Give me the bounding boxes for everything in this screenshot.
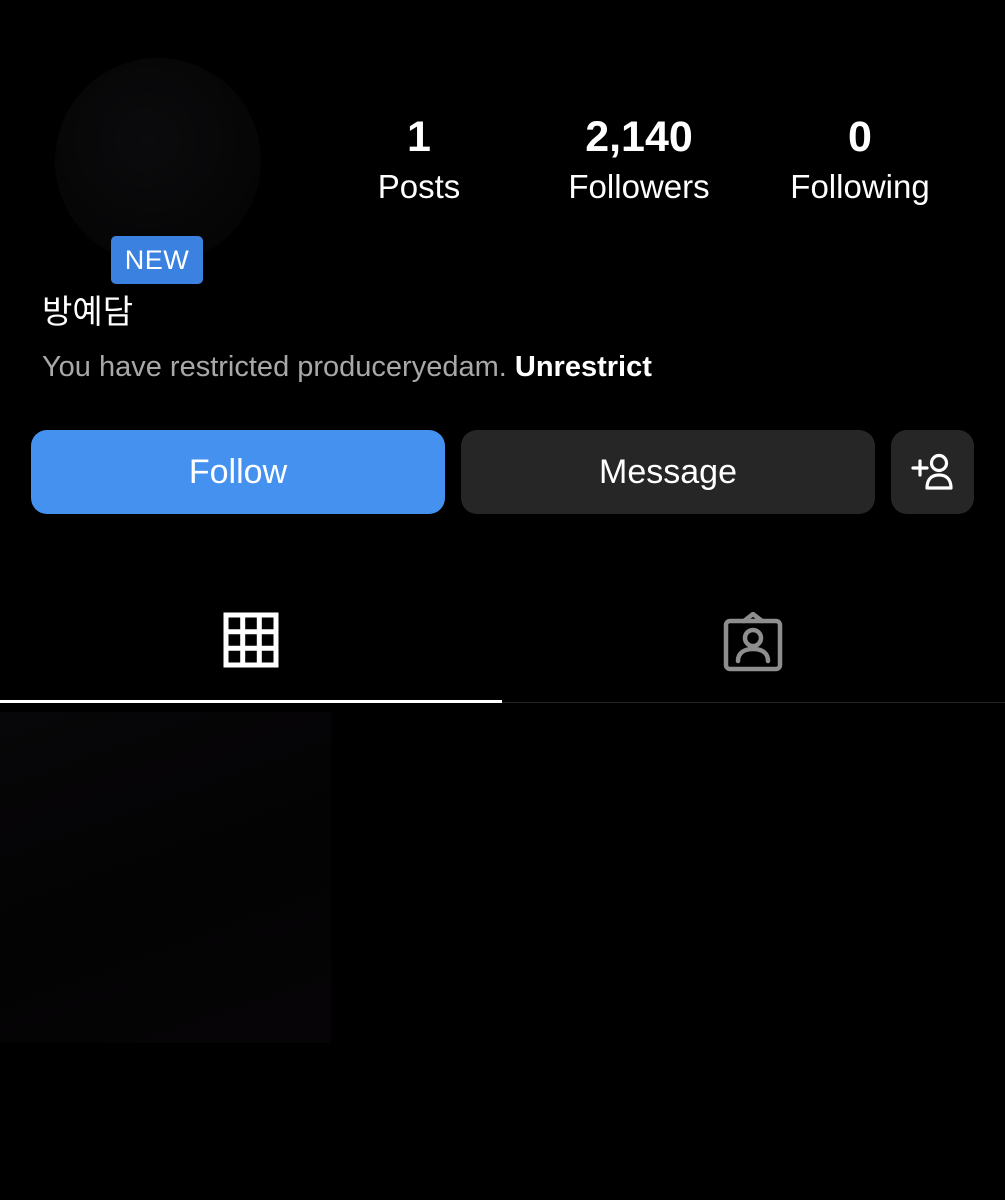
posts-count: 1: [407, 113, 431, 161]
following-count: 0: [848, 113, 872, 161]
message-button[interactable]: Message: [461, 430, 875, 514]
tagged-person-icon: [723, 612, 783, 672]
tab-posts-grid[interactable]: [0, 590, 502, 702]
unrestrict-link[interactable]: Unrestrict: [515, 351, 652, 383]
following-stat[interactable]: 0 Following: [770, 112, 950, 212]
restrict-notice: You have restricted producerye­dam. Unre…: [42, 346, 652, 388]
restrict-text: You have restricted producerye­dam.: [42, 351, 507, 383]
posts-label: Posts: [377, 168, 461, 205]
new-badge: NEW: [111, 236, 203, 284]
profile-avatar[interactable]: [55, 58, 261, 264]
followers-stat[interactable]: 2,140 Followers: [549, 112, 729, 212]
tab-divider: [502, 702, 1005, 703]
display-name: 방예담: [42, 292, 134, 331]
active-tab-indicator: [0, 700, 502, 703]
add-person-icon: [911, 453, 953, 490]
post-thumbnail[interactable]: [0, 712, 331, 1043]
suggested-accounts-button[interactable]: [891, 430, 974, 514]
tab-tagged[interactable]: [503, 590, 1005, 702]
followers-count: 2,140: [585, 113, 693, 161]
grid-icon: [223, 612, 279, 668]
posts-stat[interactable]: 1 Posts: [359, 112, 479, 212]
following-label: Following: [790, 168, 930, 205]
followers-label: Followers: [568, 168, 710, 205]
follow-button[interactable]: Follow: [31, 430, 445, 514]
